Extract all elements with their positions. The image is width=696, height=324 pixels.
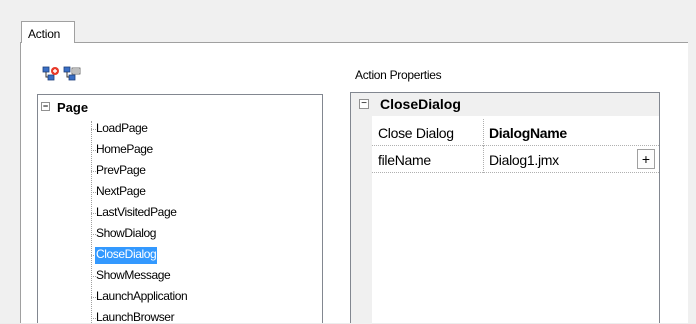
tree-item-homepage[interactable]: HomePage [96, 142, 153, 159]
collapse-category-icon[interactable]: − [359, 99, 369, 109]
tree-item-closedialog[interactable]: CloseDialog [95, 247, 158, 264]
tree-item-launchapplication[interactable]: LaunchApplication [96, 289, 188, 306]
column-divider [483, 146, 484, 173]
tree-item-loadpage[interactable]: LoadPage [96, 121, 148, 138]
column-divider [483, 119, 484, 146]
tab-action-label: Action [28, 27, 61, 41]
action-properties-heading: Action Properties [355, 68, 442, 82]
browse-file-button[interactable]: + [637, 149, 655, 169]
tree-item-prevpage[interactable]: PrevPage [96, 163, 146, 180]
property-value[interactable]: DialogName [489, 125, 567, 141]
tree-item-launchbrowser[interactable]: LaunchBrowser [96, 310, 175, 323]
tree-node-page-label: Page [57, 100, 89, 115]
tab-action[interactable]: Action [21, 21, 75, 43]
right-edge-chrome [688, 42, 696, 323]
property-name: fileName [378, 152, 431, 168]
tree-node-page[interactable]: − Page [41, 100, 89, 115]
property-category-label: CloseDialog [380, 96, 461, 112]
property-category-row[interactable]: − CloseDialog [351, 93, 659, 116]
collapse-icon[interactable]: − [41, 102, 50, 111]
action-tree[interactable]: − Page LoadPage HomePage PrevPage NextPa… [37, 94, 323, 323]
property-value-input[interactable]: Dialog1.jmx [489, 152, 559, 168]
tree-item-showmessage[interactable]: ShowMessage [96, 268, 171, 285]
tree-connector-line [91, 121, 92, 323]
tree-vertical-scrollbar[interactable] [322, 95, 323, 323]
tree-item-showdialog[interactable]: ShowDialog [96, 226, 156, 243]
property-name: Close Dialog [378, 125, 454, 141]
property-row-close-dialog[interactable]: Close Dialog DialogName [372, 119, 659, 146]
property-grid[interactable]: − CloseDialog Close Dialog DialogName fi… [350, 92, 660, 324]
edit-action-icon[interactable] [63, 66, 81, 82]
add-action-icon[interactable] [42, 66, 60, 82]
tree-item-lastvisitedpage[interactable]: LastVisitedPage [96, 205, 177, 222]
property-grid-margin [351, 116, 372, 324]
tree-item-nextpage[interactable]: NextPage [96, 184, 146, 201]
property-row-filename[interactable]: fileName Dialog1.jmx + [372, 146, 659, 173]
